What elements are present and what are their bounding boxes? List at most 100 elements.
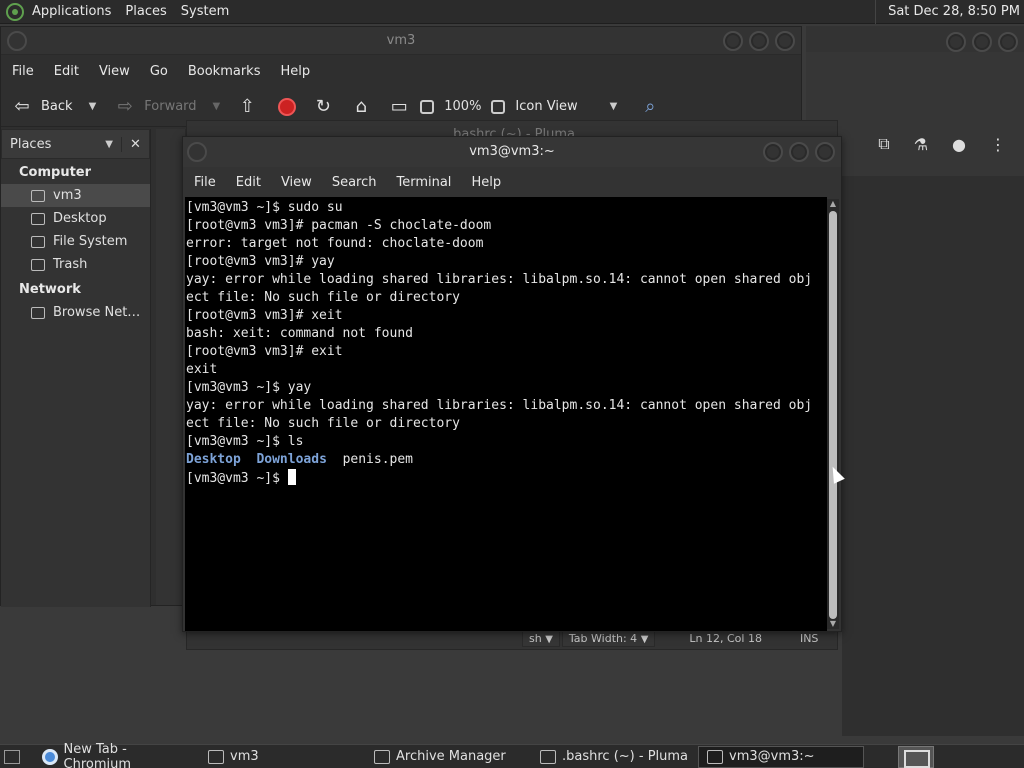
sidebar-item-label: Desktop [53,211,107,226]
terminal-menubar: File Edit View Search Terminal Help [183,167,841,197]
menu-view[interactable]: View [99,64,130,79]
applications-menu[interactable]: Applications [32,4,111,19]
menu-file[interactable]: File [12,64,34,79]
show-desktop-icon[interactable] [4,749,20,764]
menu-go[interactable]: Go [150,64,168,79]
ls-dir-desktop: Desktop [186,452,241,467]
task-file-manager[interactable]: vm3 [200,746,366,768]
profile-icon[interactable]: ● [952,135,966,154]
places-menu[interactable]: Places [125,4,166,19]
sidebar-item-label: Trash [53,257,88,272]
chevron-down-icon[interactable]: ▼ [213,101,221,112]
menu-file[interactable]: File [194,175,216,190]
terminal-icon [707,749,723,764]
task-label: vm3@vm3:~ [729,749,815,764]
extensions-icon[interactable]: ⧉ [878,134,889,154]
distro-logo-icon[interactable] [6,2,24,21]
sidebar-item-browse-network[interactable]: Browse Net… [1,301,150,324]
network-icon [31,306,45,319]
task-archive-manager[interactable]: Archive Manager [366,746,532,768]
insert-mode: INS [799,631,819,645]
chevron-down-icon[interactable]: ▼ [105,139,113,150]
scrollbar-thumb[interactable] [829,211,837,619]
clock[interactable]: Sat Dec 28, 8:50 PM [875,0,1024,24]
menu-help[interactable]: Help [280,64,310,79]
minimize-button[interactable] [946,32,966,52]
close-button[interactable] [775,31,795,51]
maximize-button[interactable] [789,142,809,162]
minimize-button[interactable] [763,142,783,162]
minimize-button[interactable] [723,31,743,51]
lab-icon[interactable]: ⚗ [914,135,928,154]
terminal-line: [root@vm3 vm3]# exit [186,344,343,359]
text-editor-icon [540,749,556,764]
terminal-line: ect file: No such file or directory [186,290,460,305]
menu-edit[interactable]: Edit [54,64,79,79]
computer-icon[interactable]: ▭ [388,96,410,117]
chevron-down-icon: ▼ [545,634,553,645]
sidebar-item-file-system[interactable]: File System [1,230,150,253]
menu-help[interactable]: Help [471,175,501,190]
sidebar-item-label: File System [53,234,128,249]
sidebar-item-desktop[interactable]: Desktop [1,207,150,230]
menu-terminal[interactable]: Terminal [396,175,451,190]
sidebar-item-trash[interactable]: Trash [1,253,150,276]
system-menu[interactable]: System [181,4,229,19]
menu-search[interactable]: Search [332,175,377,190]
drive-icon [31,235,45,248]
task-pluma[interactable]: .bashrc (~) - Pluma [532,746,698,768]
terminal-titlebar[interactable]: vm3@vm3:~ [183,137,841,167]
reload-icon[interactable]: ↻ [312,96,334,117]
terminal-line: [root@vm3 vm3]# xeit [186,308,343,323]
desktop-icon [31,212,45,225]
tab-width-label: Tab Width: 4 [568,632,638,645]
menu-edit[interactable]: Edit [236,175,261,190]
sidebar-item-label: vm3 [53,188,82,203]
ls-dir-downloads: Downloads [256,452,327,467]
menu-icon[interactable]: ⋮ [990,135,1006,154]
trash-icon [31,258,45,271]
maximize-button[interactable] [972,32,992,52]
close-icon[interactable]: ✕ [121,136,149,152]
terminal-window-buttons [763,142,835,162]
file-manager-window-buttons [723,31,795,51]
window-menu-button[interactable] [7,31,27,51]
zoom-out-icon[interactable] [420,99,435,114]
folder-icon [208,749,224,764]
places-sidebar: Places ▼ ✕ Computer vm3 Desktop File Sys… [1,129,151,607]
close-button[interactable] [998,32,1018,52]
text-cursor [287,469,296,485]
menu-bookmarks[interactable]: Bookmarks [188,64,261,79]
terminal-line: yay: error while loading shared librarie… [186,398,813,413]
up-arrow-icon[interactable]: ⇧ [236,96,258,117]
terminal-title: vm3@vm3:~ [469,144,555,159]
task-terminal[interactable]: vm3@vm3:~ [698,745,864,768]
stop-icon[interactable] [278,97,297,116]
forward-button[interactable]: ⇨ Forward ▼ [114,96,221,117]
terminal-line: [root@vm3 vm3]# pacman -S choclate-doom [186,218,492,233]
zoom-in-icon[interactable] [491,99,506,114]
close-button[interactable] [815,142,835,162]
terminal-screen[interactable]: [vm3@vm3 ~]$ sudo su [root@vm3 vm3]# pac… [185,197,827,631]
terminal-scrollbar[interactable]: ▲ ▼ [827,199,839,629]
task-label: .bashrc (~) - Pluma [562,749,689,764]
terminal-line: [vm3@vm3 ~]$ ls [186,434,304,449]
scroll-down-icon[interactable]: ▼ [827,619,839,629]
maximize-button[interactable] [749,31,769,51]
view-mode-select[interactable]: Icon View ▼ [515,99,617,114]
scroll-up-icon[interactable]: ▲ [827,199,839,209]
view-mode-label: Icon View [515,99,578,114]
terminal-line: error: target not found: choclate-doom [186,236,484,251]
search-icon[interactable]: ⌕ [639,96,661,117]
file-manager-menubar: File Edit View Go Bookmarks Help [1,55,801,87]
sidebar-item-vm3[interactable]: vm3 [1,184,150,207]
back-button[interactable]: ⇦ Back ▼ [11,96,96,117]
file-manager-titlebar[interactable]: vm3 [1,27,801,55]
menu-view[interactable]: View [281,175,312,190]
chevron-down-icon[interactable]: ▼ [89,101,97,112]
workspace-switcher[interactable] [898,746,934,768]
top-menu: Applications Places System [0,2,229,21]
task-chromium[interactable]: New Tab - Chromium [34,742,200,768]
places-selector[interactable]: Places [10,137,51,152]
home-folder-icon[interactable]: ⌂ [350,96,372,117]
